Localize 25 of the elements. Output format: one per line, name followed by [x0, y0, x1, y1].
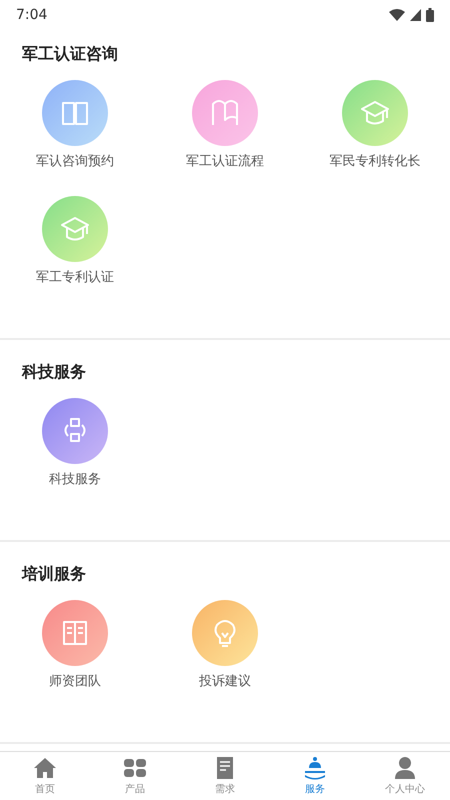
service-label: 师资团队: [49, 674, 101, 690]
open-book-icon: [210, 98, 240, 128]
grid-icon: [123, 756, 147, 780]
tab[interactable]: 产品: [90, 752, 180, 800]
tab[interactable]: 需求: [180, 752, 270, 800]
section-title: 培训服务: [20, 564, 87, 584]
service-label: 军工专利认证: [36, 270, 114, 286]
book-icon: [60, 618, 90, 648]
wifi-icon: [389, 9, 405, 21]
service-label: 科技服务: [49, 472, 101, 488]
service-label: 军认咨询预约: [36, 154, 114, 170]
tab[interactable]: 个人中心: [360, 752, 450, 800]
tab[interactable]: 首页: [0, 752, 90, 800]
service-label: 投诉建议: [199, 674, 251, 690]
home-icon: [33, 756, 57, 780]
person-icon: [393, 756, 417, 780]
tab[interactable]: 服务: [270, 752, 360, 800]
section-title: 科技服务: [20, 362, 87, 382]
section-title: 军工认证咨询: [21, 44, 119, 64]
service-label: 军工认证流程: [186, 154, 264, 170]
service-label: 军民专利转化长: [330, 154, 420, 170]
service-icon: [303, 756, 327, 780]
status-time: 7:04: [16, 7, 48, 23]
signal-icon: [410, 9, 421, 21]
battery-icon: [426, 8, 434, 22]
